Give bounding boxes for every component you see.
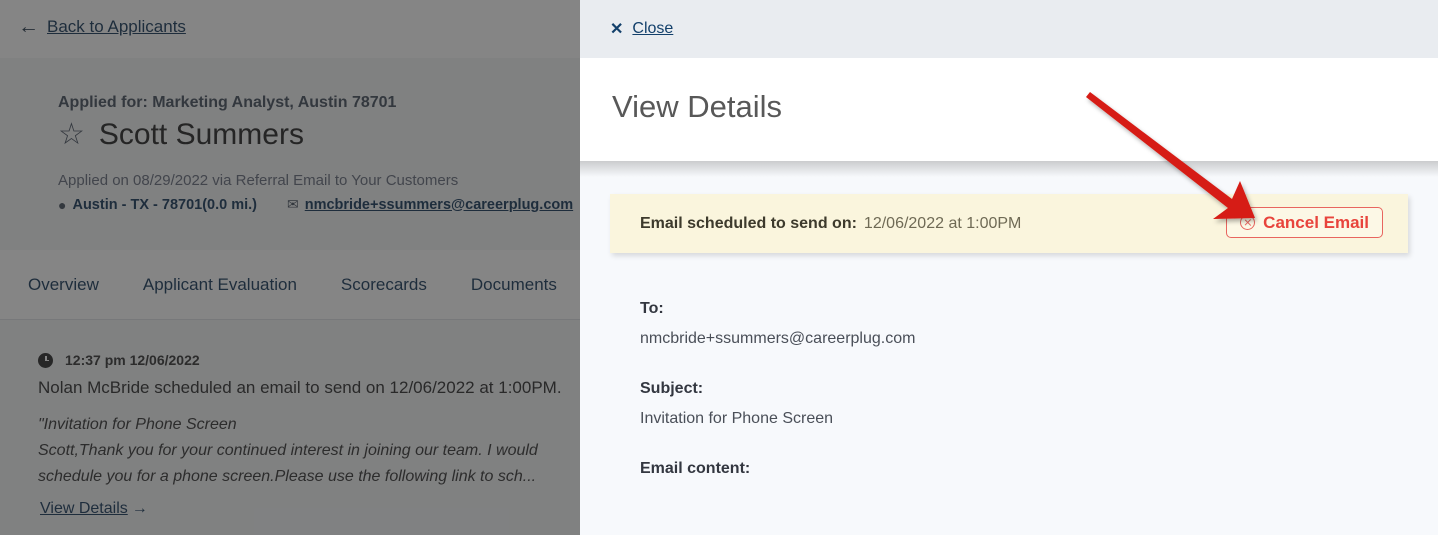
cancel-email-label: Cancel Email [1263, 212, 1369, 232]
panel-topbar [580, 0, 1438, 58]
close-panel-button[interactable]: ✕ Close [610, 19, 673, 39]
scheduled-email-value: 12/06/2022 at 1:00PM [863, 214, 1022, 232]
cancel-email-button[interactable]: Cancel Email [1226, 207, 1383, 238]
subject-field-value: Invitation for Phone Screen [640, 410, 834, 427]
scheduled-email-label: Email scheduled to send on: [640, 214, 857, 232]
screen-root: ← Back to Applicants Applied for: Market… [0, 0, 1438, 535]
close-x-icon: ✕ [610, 21, 624, 38]
scheduled-email-banner: Email scheduled to send on: 12/06/2022 a… [610, 194, 1408, 253]
panel-header-shadow [580, 161, 1438, 177]
circle-x-icon [1240, 215, 1256, 230]
close-panel-label: Close [632, 20, 674, 37]
to-field-label: To: [640, 300, 664, 317]
panel-header: View Details [580, 58, 1438, 161]
to-field-value: nmcbride+ssummers@careerplug.com [640, 330, 916, 347]
scheduled-email-text: Email scheduled to send on: 12/06/2022 a… [640, 194, 1021, 253]
panel-title: View Details [612, 89, 783, 124]
email-content-field-label: Email content: [640, 460, 751, 477]
view-details-panel: ✕ Close View Details Email scheduled to … [580, 0, 1438, 535]
email-detail-body: To: nmcbride+ssummers@careerplug.com Sub… [640, 300, 1400, 490]
subject-field-label: Subject: [640, 380, 704, 397]
